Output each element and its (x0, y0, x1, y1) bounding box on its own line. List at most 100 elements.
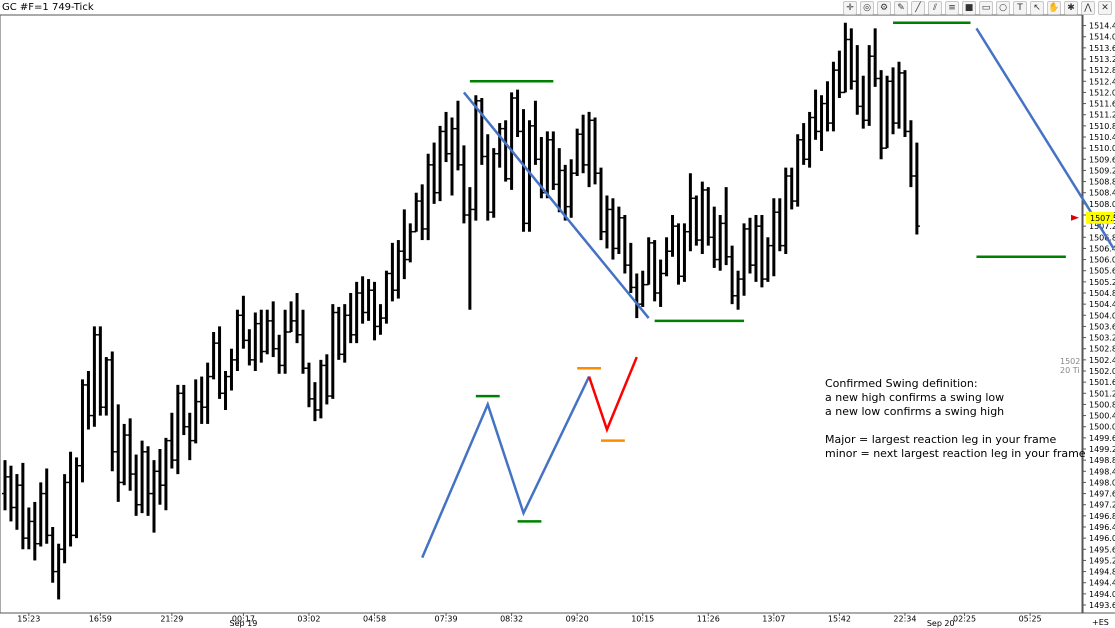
y-tick-label: 1509.6 (1089, 155, 1115, 164)
x-tick-label: 03:02 (297, 615, 320, 624)
fibonacci-icon[interactable]: ≡ (945, 1, 959, 15)
zigzag-icon[interactable]: ⋀ (1081, 1, 1095, 15)
price-chart: 1514.4 1514.0 1513.6 1513.2 1512.8 1512.4 1512… (0, 14, 1115, 628)
y-tick-label: 1497.2 (1089, 501, 1115, 510)
y-tick-label: 1511.2 (1089, 111, 1115, 120)
ohlc-bar (323, 354, 330, 405)
y-tick-label: 1495.6 (1089, 545, 1115, 554)
ohlc-bar (806, 111, 813, 168)
ohlc-bar (258, 309, 265, 363)
channel-icon[interactable]: ⫽ (928, 1, 942, 15)
last-price-arrow (1071, 214, 1079, 221)
ohlc-bar (204, 362, 211, 424)
ohlc-bar (264, 309, 271, 355)
ohlc-bar (133, 454, 140, 516)
definition-line: minor = next largest reaction leg in you… (825, 447, 1086, 460)
ohlc-bar (180, 384, 187, 436)
drawing-toolbar: ✛ ◎ ⚙ ✎ ╱ ⫽ ≡ ■ ▭ ○ T ↖ ✋ ✱ ⋀ ✕ (843, 1, 1112, 15)
ohlc-bar (276, 334, 283, 374)
y-tick-label: 1499.6 (1089, 434, 1115, 443)
ohlc-bar (192, 379, 199, 444)
ohlc-bar (603, 195, 610, 249)
ohlc-bar (621, 215, 628, 274)
y-tick-label: 1510.4 (1089, 133, 1115, 142)
settings-icon[interactable]: ✱ (1064, 1, 1078, 15)
crosshair-icon[interactable]: ✛ (843, 1, 857, 15)
gear-icon[interactable]: ⚙ (877, 1, 891, 15)
ohlc-bar (544, 131, 551, 199)
ohlc-bar (878, 70, 885, 160)
y-tick-label: 1503.2 (1089, 334, 1115, 343)
close-icon[interactable]: ✕ (1098, 1, 1112, 15)
ohlc-bar (37, 482, 44, 547)
ohlc-bar (234, 309, 241, 371)
ohlc-bar (329, 304, 336, 399)
ohlc-bar (162, 437, 169, 511)
ohlc-bar (782, 167, 789, 254)
y-tick-label: 1498.0 (1089, 478, 1115, 487)
ohlc-bar (758, 215, 765, 288)
ohlc-bar (449, 117, 455, 196)
rectangle-icon[interactable]: ▭ (979, 1, 993, 15)
chart-frame (0, 14, 1083, 614)
ohlc-bar (669, 215, 676, 257)
ohlc-bar (353, 281, 360, 344)
target-icon[interactable]: ◎ (860, 1, 874, 15)
arrow-icon[interactable]: ↖ (1030, 1, 1044, 15)
ohlc-bar (484, 134, 491, 221)
ohlc-bar (675, 223, 682, 285)
y-tick-label: 1512.8 (1089, 66, 1115, 75)
ohlc-bar (19, 462, 26, 550)
ohlc-bar (186, 412, 193, 461)
ohlc-bar (520, 109, 527, 232)
ohlc-bar (79, 379, 86, 483)
y-tick-label: 1514.4 (1089, 22, 1115, 31)
ohlc-bar (651, 240, 658, 302)
hand-icon[interactable]: ✋ (1047, 1, 1061, 15)
y-tick-label: 1503.6 (1089, 322, 1115, 331)
ellipse-icon[interactable]: ○ (996, 1, 1010, 15)
definition-line: Major = largest reaction leg in your fra… (825, 433, 1057, 446)
ohlc-bar (13, 474, 20, 530)
ohlc-bar (151, 460, 157, 533)
ohlc-bar (49, 527, 56, 583)
x-tick-label: 04:58 (363, 615, 386, 624)
ohlc-bar (472, 95, 479, 221)
y-tick-label: 1500.4 (1089, 412, 1115, 421)
ohlc-bar (633, 273, 640, 319)
ohlc-bar (586, 111, 593, 188)
ohlc-bar (550, 131, 557, 190)
ohlc-bar (413, 192, 420, 233)
ohlc-bar (711, 206, 718, 268)
y-tick-label: 1497.6 (1089, 490, 1115, 499)
pencil-icon[interactable]: ✎ (894, 1, 908, 15)
ohlc-bar (335, 306, 342, 360)
ohlc-bar (55, 543, 62, 600)
ohlc-bar (514, 89, 521, 137)
text-icon[interactable]: T (1013, 1, 1027, 15)
line-icon[interactable]: ╱ (911, 1, 925, 15)
y-tick-label: 1513.2 (1089, 55, 1115, 64)
y-tick-label: 1510.0 (1089, 144, 1115, 153)
ohlc-bar (913, 142, 920, 235)
ohlc-bar (860, 75, 867, 129)
ohlc-bar (389, 242, 396, 302)
ohlc-bar (127, 418, 134, 491)
y-tick-label: 1513.6 (1089, 44, 1115, 53)
ohlc-bar (305, 362, 312, 408)
x-tick-label: 21:29 (160, 615, 183, 624)
ohlc-bar (246, 329, 253, 366)
ohlc-bar (866, 45, 873, 126)
color-icon[interactable]: ■ (962, 1, 976, 15)
ohlc-bar (228, 348, 235, 391)
ohlc-bar (687, 173, 694, 252)
ohlc-bar (901, 70, 908, 137)
right-edge-label-1: 1502 (1060, 357, 1080, 366)
ohlc-bar (103, 357, 110, 416)
ohlc-bar (437, 125, 444, 202)
ohlc-bar (681, 223, 688, 282)
ohlc-bar (377, 304, 384, 335)
zigzag-blue-leg (421, 376, 591, 559)
ohlc-bar (7, 465, 14, 522)
price-axis: 1514.4 1514.0 1513.6 1513.2 1512.8 1512.4 1512… (1083, 22, 1115, 610)
